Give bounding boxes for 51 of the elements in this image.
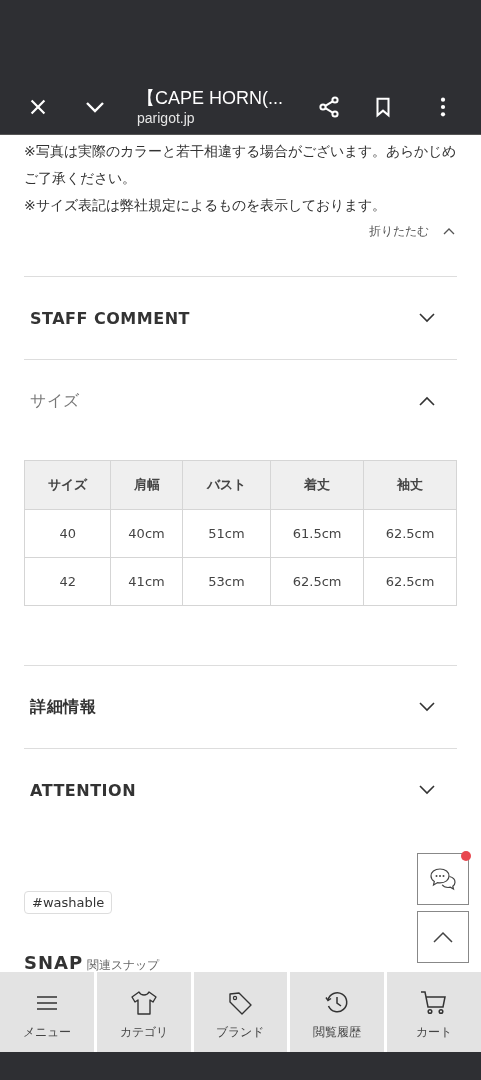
page-domain: parigot.jp xyxy=(137,109,196,127)
tag-icon xyxy=(227,989,254,1016)
t-shirt-icon xyxy=(129,989,158,1016)
table-header-cell: 着丈 xyxy=(270,460,364,510)
scroll-top-button[interactable] xyxy=(417,911,469,963)
note-text: ※サイズ表記は弊社規定によるものを表示しております。 xyxy=(24,196,387,215)
table-cell: 51cm xyxy=(182,509,271,558)
table-cell: 42 xyxy=(24,557,111,606)
table-header-cell: サイズ xyxy=(24,460,111,510)
accordion-header[interactable]: ATTENTION xyxy=(24,749,457,831)
section-title: ATTENTION xyxy=(30,780,136,800)
table-cell: 40 xyxy=(24,509,111,558)
nav-tab[interactable]: 閲覧履歴 xyxy=(290,972,385,1052)
section-title: サイズ xyxy=(30,390,80,412)
table-header-cell: バスト xyxy=(182,460,271,510)
accordion-header[interactable]: STAFF COMMENT xyxy=(24,277,457,359)
page-title: 【CAPE HORN(... xyxy=(137,87,284,109)
table-cell: 62.5cm xyxy=(270,557,364,606)
chevron-up-icon xyxy=(419,396,435,406)
table-cell: 62.5cm xyxy=(363,557,457,606)
section-title: 詳細情報 xyxy=(30,696,96,718)
nav-tab[interactable]: カテゴリ xyxy=(96,972,191,1052)
chevron-down-icon xyxy=(419,313,435,323)
nav-tab[interactable]: カート xyxy=(387,972,481,1052)
cart-icon xyxy=(420,989,449,1016)
chat-bubbles-icon xyxy=(429,867,457,891)
chevron-up-icon xyxy=(443,227,455,235)
hashtag-link[interactable]: #washable xyxy=(24,891,113,914)
table-header-cell: 肩幅 xyxy=(110,460,183,510)
table-cell: 62.5cm xyxy=(363,509,457,558)
chevron-up-icon xyxy=(433,931,453,943)
table-header-cell: 袖丈 xyxy=(363,460,457,510)
menu-icon xyxy=(35,993,58,1012)
chevron-down-icon xyxy=(419,702,435,712)
share-icon[interactable] xyxy=(317,95,341,119)
section-title: STAFF COMMENT xyxy=(30,308,190,328)
note-text: ※写真は実際のカラーと若干相違する場合がございます。あらかじめご了承ください。 xyxy=(24,142,457,188)
table-cell: 41cm xyxy=(110,557,183,606)
chevron-down-icon xyxy=(419,785,435,795)
table-cell: 61.5cm xyxy=(270,509,364,558)
table-cell: 40cm xyxy=(110,509,183,558)
snap-heading: SNAP xyxy=(24,952,84,972)
collapse-button[interactable]: 折りたたむ xyxy=(369,219,457,243)
snap-subheading: 関連スナップ xyxy=(87,957,160,972)
chat-button[interactable] xyxy=(417,853,469,905)
accordion-header[interactable]: 詳細情報 xyxy=(24,666,457,748)
table-cell: 53cm xyxy=(182,557,271,606)
more-icon[interactable] xyxy=(439,96,447,118)
nav-tab[interactable]: ブランド xyxy=(193,972,288,1052)
accordion-header[interactable]: サイズ xyxy=(24,360,457,442)
nav-tab[interactable]: メニュー xyxy=(0,972,94,1052)
